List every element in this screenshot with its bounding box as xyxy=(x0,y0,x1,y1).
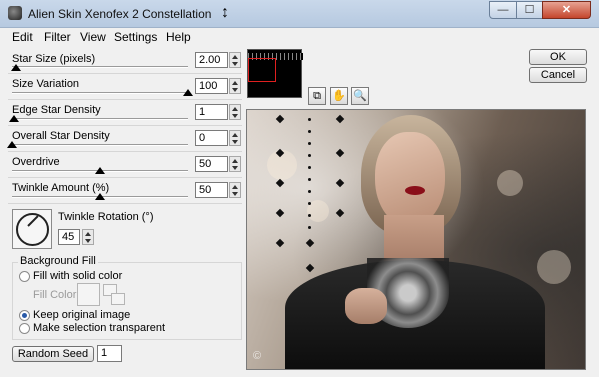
minimize-button[interactable]: — xyxy=(489,1,517,19)
figure-hand xyxy=(345,288,387,324)
make-transparent-radio[interactable] xyxy=(19,323,30,334)
slider-thumb[interactable] xyxy=(183,89,193,96)
twinkle-amount-field[interactable]: 50 xyxy=(195,182,228,198)
overdrive-field[interactable]: 50 xyxy=(195,156,228,172)
title-bar[interactable]: Alien Skin Xenofex 2 Constellation ↕ — ☐… xyxy=(0,0,599,28)
view-rectangle[interactable] xyxy=(248,58,276,82)
background-fill-title: Background Fill xyxy=(18,255,98,267)
keep-original-image-radio[interactable] xyxy=(19,310,30,321)
zoom-tool-icon[interactable]: 🔍 xyxy=(351,87,369,105)
divider xyxy=(8,99,242,100)
window-title: Alien Skin Xenofex 2 Constellation xyxy=(28,7,212,21)
figure-lips xyxy=(405,186,425,195)
param-label: Size Variation xyxy=(12,78,80,90)
dial-circle xyxy=(16,213,49,246)
divider xyxy=(8,125,242,126)
menu-bar: Edit Filter View Settings Help xyxy=(0,28,599,46)
slider-thumb[interactable] xyxy=(7,141,17,148)
star-sparkle xyxy=(335,148,345,158)
slider-thumb[interactable] xyxy=(10,64,21,71)
twinkle-rotation-dial[interactable] xyxy=(12,209,52,249)
star-sparkle xyxy=(305,238,315,248)
divider xyxy=(8,151,242,152)
navigator-tool-icon[interactable]: ⧉ xyxy=(308,87,326,105)
slider-thumb[interactable] xyxy=(8,115,19,122)
navigator-thumbnail[interactable] xyxy=(247,49,303,98)
star-dot xyxy=(308,214,311,217)
star-sparkle xyxy=(275,178,285,188)
star-dot xyxy=(308,190,311,193)
star-size-spinner[interactable] xyxy=(229,52,241,68)
menu-filter[interactable]: Filter xyxy=(44,30,71,44)
star-dot xyxy=(308,226,311,229)
slider-track[interactable] xyxy=(12,66,188,68)
fill-solid-color-radio[interactable] xyxy=(19,271,30,282)
watermark: © xyxy=(253,350,262,362)
fill-color-label: Fill Color xyxy=(33,289,77,301)
cancel-button[interactable]: Cancel xyxy=(529,67,587,83)
param-label: Overall Star Density xyxy=(12,130,110,142)
star-sparkle xyxy=(335,178,345,188)
ok-button[interactable]: OK xyxy=(529,49,587,65)
app-icon xyxy=(8,6,22,20)
star-sparkle xyxy=(275,238,285,248)
figure-face xyxy=(375,132,445,227)
star-dot xyxy=(308,118,311,121)
star-dot xyxy=(308,130,311,133)
overall-star-density-field[interactable]: 0 xyxy=(195,130,228,146)
divider xyxy=(8,203,242,204)
hand-tool-icon[interactable]: ✋ xyxy=(330,87,348,105)
color-picker-icon[interactable] xyxy=(111,293,125,305)
edge-star-density-spinner[interactable] xyxy=(229,104,241,120)
random-seed-button[interactable]: Random Seed xyxy=(12,346,94,362)
menu-edit[interactable]: Edit xyxy=(12,30,33,44)
resize-cursor-icon: ↕ xyxy=(221,4,229,21)
overall-star-density-spinner[interactable] xyxy=(229,130,241,146)
slider-thumb[interactable] xyxy=(95,193,105,200)
star-dot xyxy=(308,142,311,145)
star-dot xyxy=(308,154,311,157)
maximize-button[interactable]: ☐ xyxy=(516,1,543,19)
divider xyxy=(8,177,242,178)
make-transparent-label[interactable]: Make selection transparent xyxy=(33,322,165,334)
star-dot xyxy=(308,178,311,181)
star-sparkle xyxy=(305,263,315,273)
menu-help[interactable]: Help xyxy=(166,30,191,44)
fill-color-swatch[interactable] xyxy=(77,283,100,306)
star-dot xyxy=(308,202,311,205)
star-size-field[interactable]: 2.00 xyxy=(195,52,228,68)
close-button[interactable]: ✕ xyxy=(542,1,591,19)
param-label: Star Size (pixels) xyxy=(12,53,96,65)
fill-solid-color-label[interactable]: Fill with solid color xyxy=(33,270,122,282)
param-label: Edge Star Density xyxy=(12,104,101,116)
star-sparkle xyxy=(335,208,345,218)
menu-settings[interactable]: Settings xyxy=(114,30,157,44)
slider-track[interactable] xyxy=(12,92,188,94)
overdrive-spinner[interactable] xyxy=(229,156,241,172)
twinkle-rotation-label: Twinkle Rotation (°) xyxy=(58,211,154,223)
divider xyxy=(8,73,242,74)
size-variation-field[interactable]: 100 xyxy=(195,78,228,94)
twinkle-rotation-field[interactable]: 45 xyxy=(58,229,80,245)
star-sparkle xyxy=(275,208,285,218)
star-sparkle xyxy=(275,114,285,124)
edge-star-density-field[interactable]: 1 xyxy=(195,104,228,120)
twinkle-rotation-spinner[interactable] xyxy=(82,229,94,245)
slider-track[interactable] xyxy=(12,144,188,146)
preview-image[interactable]: © xyxy=(246,109,586,370)
bokeh-light xyxy=(537,250,571,284)
bokeh-light xyxy=(497,170,523,196)
random-seed-field[interactable]: 1 xyxy=(97,345,122,362)
star-dot xyxy=(308,166,311,169)
slider-thumb[interactable] xyxy=(95,167,105,174)
star-sparkle xyxy=(335,114,345,124)
keep-original-image-label[interactable]: Keep original image xyxy=(33,309,130,321)
twinkle-amount-spinner[interactable] xyxy=(229,182,241,198)
param-label: Overdrive xyxy=(12,156,60,168)
size-variation-spinner[interactable] xyxy=(229,78,241,94)
slider-track[interactable] xyxy=(12,118,188,120)
menu-view[interactable]: View xyxy=(80,30,106,44)
